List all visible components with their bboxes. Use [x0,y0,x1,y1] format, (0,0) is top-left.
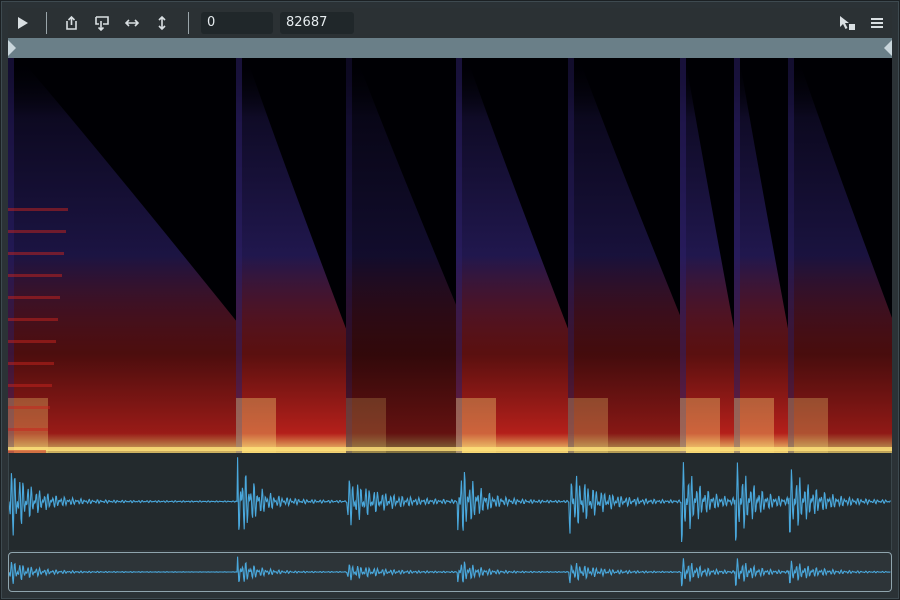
spectrogram-onset-6 [734,58,740,453]
spectrogram-harmonic [8,406,50,409]
spectrogram-image [8,58,892,453]
spectrogram-attack-1 [236,398,276,453]
export-icon [66,15,77,30]
spectrogram-note-6 [734,58,788,453]
spectrogram-note-1 [236,58,346,453]
spectrogram-onset-7 [788,58,794,453]
export-button[interactable] [61,12,83,34]
overview-waveform-trace [9,556,891,587]
horizontal-arrows-icon [124,19,140,27]
selection-end-marker[interactable] [882,40,892,56]
cursor-mode-button[interactable] [836,12,858,34]
spectrogram-note-2 [346,58,456,453]
spectrogram-onset-2 [346,58,352,453]
play-button[interactable] [12,12,34,34]
toolbar-separator [188,12,189,34]
overview-waveform[interactable] [8,552,892,592]
toolbar-separator [46,12,47,34]
spectrogram-harmonic [8,208,68,211]
cursor-select-icon [840,16,855,30]
spectrogram-harmonic [8,428,48,431]
timeline-ruler[interactable] [8,38,892,58]
spectrogram-note-4 [568,58,680,453]
spectrogram-attack-5 [680,398,720,453]
spectrogram-onset-0 [8,58,14,453]
vertical-arrows-icon [158,15,166,31]
spectrogram-attack-7 [788,398,828,453]
spectrogram-view[interactable] [8,58,892,453]
selection-start-marker[interactable] [8,40,18,56]
spectrogram-fundamental-band [8,447,892,451]
waveform-graph [9,457,891,543]
spectrogram-harmonic [8,318,58,321]
spectrogram-note-5 [680,58,734,453]
spectrogram-attack-6 [734,398,774,453]
zoom-horizontal-button[interactable] [121,12,143,34]
spectrogram-attack-4 [568,398,608,453]
spectrogram-onset-1 [236,58,242,453]
spectrogram-harmonic [8,274,62,277]
spectrogram-harmonic [8,230,66,233]
spectrogram-onset-4 [568,58,574,453]
toolbar: 0 82687 [8,8,892,38]
spectrogram-harmonic [8,252,64,255]
play-icon [18,17,28,29]
spectrogram-onset-5 [680,58,686,453]
waveform-trace [9,457,891,543]
spectrogram-note-3 [456,58,568,453]
spectrogram-onset-3 [456,58,462,453]
overview-waveform-graph [9,556,891,587]
zoom-vertical-button[interactable] [151,12,173,34]
waveform-view[interactable] [8,453,892,550]
spectrogram-note-0 [8,58,236,453]
crop-icon [95,16,109,31]
spectrogram-note-7 [788,58,892,453]
spectrogram-harmonic [8,362,54,365]
menu-button[interactable] [866,12,888,34]
hamburger-menu-icon [871,18,883,28]
selection-start-field[interactable]: 0 [201,12,273,34]
crop-to-selection-button[interactable] [91,12,113,34]
spectrogram-attack-3 [456,398,496,453]
selection-end-field[interactable]: 82687 [280,12,354,34]
spectrogram-harmonic [8,340,56,343]
spectrogram-harmonic [8,296,60,299]
spectrogram-attack-2 [346,398,386,453]
spectrogram-harmonic [8,384,52,387]
